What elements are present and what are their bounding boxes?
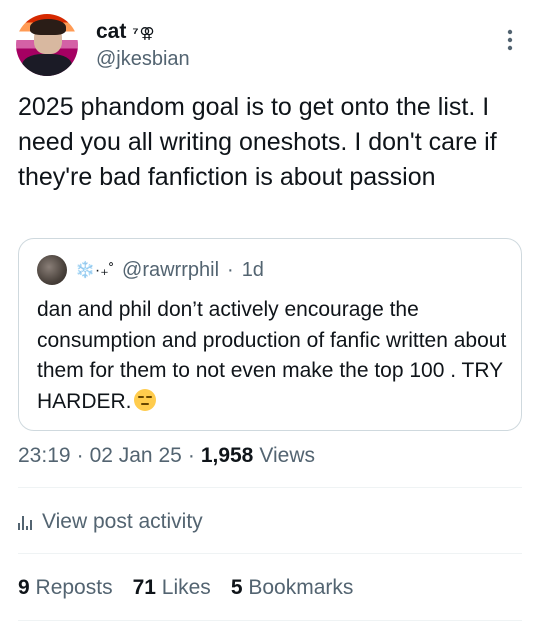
- divider: [18, 620, 522, 621]
- quoted-tweet-header: ❄️·₊˚ @rawrrphil · 1d: [37, 255, 264, 285]
- tweet-date[interactable]: 02 Jan 25: [90, 444, 182, 468]
- avatar-shirt: [22, 54, 72, 76]
- bar-chart-icon: [18, 514, 32, 530]
- view-post-activity-link[interactable]: View post activity: [18, 510, 203, 534]
- more-options-button[interactable]: [500, 26, 520, 54]
- author-name-line[interactable]: cat ⁷⚢: [96, 20, 156, 44]
- quoted-author-name-decoration: ❄️·₊˚: [75, 262, 115, 279]
- quoted-tweet-text: dan and phil don’t actively encourage th…: [37, 295, 507, 417]
- meta-separator-2: ·: [187, 444, 195, 467]
- views-label: Views: [259, 444, 316, 467]
- divider: [18, 553, 522, 554]
- tweet-header: cat ⁷⚢ @jkesbian: [16, 14, 524, 78]
- quoted-text-body: dan and phil don’t actively encourage th…: [37, 298, 507, 413]
- author-display-name[interactable]: cat: [96, 20, 126, 44]
- tweet-time[interactable]: 23:19: [18, 444, 71, 468]
- reposts-label: Reposts: [35, 576, 113, 599]
- more-vertical-icon: [507, 29, 513, 51]
- unamused-face-icon: [133, 388, 156, 411]
- quoted-timestamp: 1d: [241, 258, 264, 281]
- author-avatar[interactable]: [16, 14, 78, 76]
- author-handle[interactable]: @jkesbian: [96, 48, 190, 71]
- reposts-stat[interactable]: 9 Reposts: [18, 576, 113, 600]
- divider: [18, 487, 522, 488]
- avatar-hair: [30, 19, 66, 35]
- tweet-meta: 23:19 · 02 Jan 25 · 1,958 Views: [18, 444, 315, 468]
- tweet-text: 2025 phandom goal is to get onto the lis…: [18, 93, 497, 191]
- meta-separator-1: ·: [76, 444, 84, 467]
- quoted-tweet[interactable]: ❄️·₊˚ @rawrrphil · 1d dan and phil don’t…: [18, 238, 522, 431]
- likes-label: Likes: [161, 576, 211, 599]
- engagement-stats: 9 Reposts 71 Likes 5 Bookmarks: [18, 576, 353, 600]
- likes-stat[interactable]: 71 Likes: [133, 576, 211, 600]
- bookmarks-label: Bookmarks: [248, 576, 354, 599]
- views-count: 1,958: [200, 444, 254, 467]
- author-name-badge: ⁷⚢: [132, 25, 156, 42]
- quoted-author-handle: @rawrrphil: [122, 258, 220, 281]
- view-post-activity-label: View post activity: [42, 510, 203, 533]
- likes-count: 71: [132, 576, 156, 599]
- quoted-separator: ·: [227, 258, 234, 281]
- quoted-author-avatar: [37, 255, 67, 285]
- reposts-count: 9: [18, 576, 30, 599]
- bookmarks-count: 5: [230, 576, 243, 599]
- bookmarks-stat[interactable]: 5 Bookmarks: [231, 576, 354, 600]
